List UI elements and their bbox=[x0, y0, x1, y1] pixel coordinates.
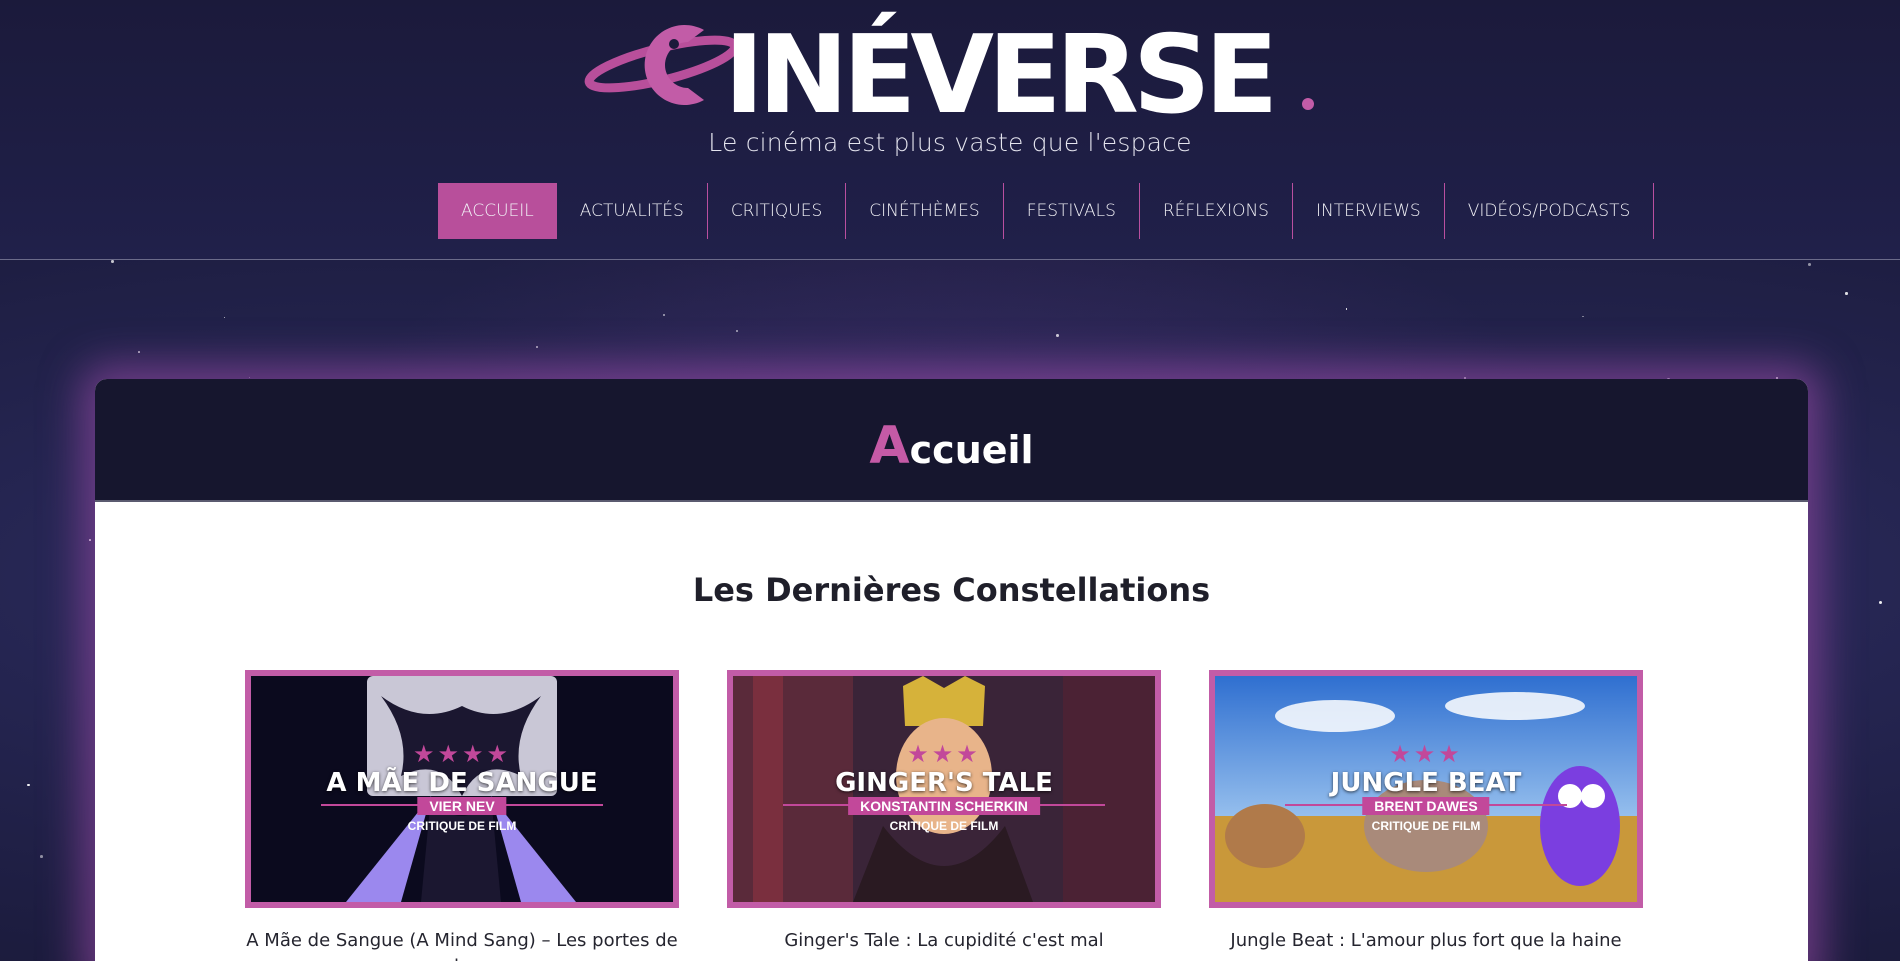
post-card[interactable]: ★★★ JUNGLE BEAT BRENT DAWES CRITIQUE DE … bbox=[1209, 670, 1643, 954]
post-thumbnail[interactable]: ★★★ GINGER'S TALE KONSTANTIN SCHERKIN CR… bbox=[727, 670, 1161, 908]
background-star bbox=[27, 783, 30, 787]
thumbnail-overlay: ★★★★ A MÃE DE SANGUE VIER NEV CRITIQUE D… bbox=[251, 676, 673, 902]
nav-item-interviews[interactable]: INTERVIEWS bbox=[1293, 183, 1445, 239]
background-star bbox=[223, 316, 225, 319]
thumbnail-film-title: GINGER'S TALE bbox=[835, 768, 1053, 798]
background-star bbox=[1845, 292, 1848, 295]
thumbnail-director: KONSTANTIN SCHERKIN bbox=[848, 797, 1040, 815]
page-title: Accueil bbox=[869, 416, 1033, 476]
post-card[interactable]: ★★★ GINGER'S TALE KONSTANTIN SCHERKIN CR… bbox=[727, 670, 1161, 954]
background-star bbox=[39, 855, 43, 858]
rating-stars: ★★★ bbox=[907, 741, 981, 768]
content-card: Accueil Les Dernières Constellations ★★★… bbox=[95, 379, 1808, 961]
post-thumbnail[interactable]: ★★★ JUNGLE BEAT BRENT DAWES CRITIQUE DE … bbox=[1209, 670, 1643, 908]
background-star bbox=[735, 329, 738, 333]
page-title-rest: ccueil bbox=[909, 427, 1034, 472]
section-title: Les Dernières Constellations bbox=[692, 571, 1211, 609]
thumbnail-kind: CRITIQUE DE FILM bbox=[1371, 819, 1481, 833]
background-star bbox=[138, 350, 140, 353]
rating-stars: ★★★★ bbox=[412, 741, 512, 768]
thumbnail-director: BRENT DAWES bbox=[1362, 797, 1490, 815]
thumbnail-film-title: A MÃE DE SANGUE bbox=[326, 768, 598, 798]
thumbnail-kind: CRITIQUE DE FILM bbox=[407, 819, 517, 833]
background-star bbox=[535, 346, 538, 349]
nav-item-accueil[interactable]: ACCUEIL bbox=[438, 183, 557, 239]
background-star bbox=[1345, 308, 1348, 310]
nav-item-videos-podcasts[interactable]: VIDÉOS/PODCASTS bbox=[1445, 183, 1655, 239]
post-title-link[interactable]: A Mãe de Sangue (A Mind Sang) – Les port… bbox=[245, 928, 679, 961]
post-title-link[interactable]: Jungle Beat : L'amour plus fort que la h… bbox=[1209, 928, 1643, 954]
thumbnail-film-title: JUNGLE BEAT bbox=[1330, 768, 1522, 798]
thumbnail-kind: CRITIQUE DE FILM bbox=[889, 819, 999, 833]
page-title-initial: A bbox=[869, 415, 910, 476]
thumbnail-director: VIER NEV bbox=[417, 797, 507, 815]
background-star bbox=[110, 259, 114, 263]
main-nav: ACCUEIL ACTUALITÉS CRITIQUES CINÉTHÈMES … bbox=[438, 183, 1655, 239]
nav-item-cinethemes[interactable]: CINÉTHÈMES bbox=[846, 183, 1004, 239]
thumbnail-overlay: ★★★ JUNGLE BEAT BRENT DAWES CRITIQUE DE … bbox=[1215, 676, 1637, 902]
thumbnail-overlay: ★★★ GINGER'S TALE KONSTANTIN SCHERKIN CR… bbox=[733, 676, 1155, 902]
post-title-link[interactable]: Ginger's Tale : La cupidité c'est mal bbox=[727, 928, 1161, 954]
nav-item-festivals[interactable]: FESTIVALS bbox=[1004, 183, 1140, 239]
nav-item-critiques[interactable]: CRITIQUES bbox=[708, 183, 847, 239]
svg-text:INÉVERSE: INÉVERSE bbox=[724, 11, 1272, 122]
post-thumbnail[interactable]: ★★★★ A MÃE DE SANGUE VIER NEV CRITIQUE D… bbox=[245, 670, 679, 908]
background-star bbox=[89, 539, 92, 542]
rating-stars: ★★★ bbox=[1389, 741, 1463, 768]
background-star bbox=[1878, 600, 1882, 604]
nav-item-reflexions[interactable]: RÉFLEXIONS bbox=[1140, 183, 1293, 239]
cineverse-logo[interactable]: INÉVERSE bbox=[584, 4, 1319, 122]
site-header: INÉVERSE Le cinéma est plus vaste que l'… bbox=[0, 0, 1900, 260]
background-star bbox=[1807, 263, 1811, 266]
background-star bbox=[1056, 333, 1059, 337]
background-star bbox=[662, 314, 665, 317]
nav-item-actualites[interactable]: ACTUALITÉS bbox=[557, 183, 708, 239]
post-card[interactable]: ★★★★ A MÃE DE SANGUE VIER NEV CRITIQUE D… bbox=[245, 670, 679, 961]
site-tagline: Le cinéma est plus vaste que l'espace bbox=[708, 128, 1192, 157]
page-header: Accueil bbox=[95, 379, 1808, 502]
background-star bbox=[1582, 315, 1584, 318]
